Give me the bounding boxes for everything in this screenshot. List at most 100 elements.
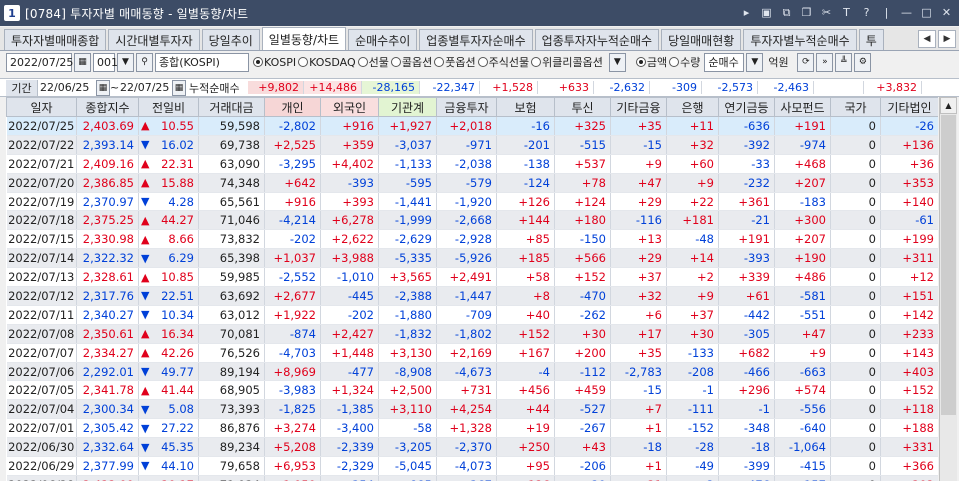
radios-radio-0[interactable]: KOSPI (253, 56, 296, 69)
column-header[interactable]: 기타법인 (880, 97, 938, 117)
table-row[interactable]: 2022/07/11 2,340.27 ▼ 10.34 63,012 +1,922 -202… (6, 305, 938, 325)
table-row[interactable]: 2022/07/15 2,330.98 ▲ 8.66 73,832 -202 +2,622-… (6, 229, 938, 250)
tab-3[interactable]: 일별동향/차트 (261, 27, 347, 50)
radio-circle-icon[interactable] (390, 57, 401, 67)
scroll-up-icon[interactable]: ▲ (940, 97, 957, 114)
radios-radio-1[interactable]: KOSDAQ (298, 56, 356, 69)
column-header[interactable]: 기관계 (378, 97, 437, 117)
radio-circle-icon[interactable] (477, 57, 488, 67)
column-header[interactable]: 개인 (264, 97, 321, 117)
value-cell: 2,305.42 (76, 418, 139, 439)
table-row[interactable]: 2022/07/01 2,305.42 ▼ 27.22 86,876 +3,274 -3,4… (6, 418, 938, 439)
copy-icon[interactable]: ❐ (798, 4, 815, 21)
radio-circle-icon[interactable] (531, 57, 542, 67)
unit_radios-radio-1[interactable]: 수량 (669, 54, 700, 70)
table-row[interactable]: 2022/07/07 2,334.27 ▲ 42.26 76,526 -4,703 +1,4… (6, 343, 938, 363)
maximize-icon[interactable]: □ (918, 4, 935, 21)
table-row[interactable]: 2022/06/282,422.09▲20.1771,934+1,059-354… (6, 475, 938, 481)
column-header[interactable]: 투신 (554, 97, 611, 117)
screen-icon[interactable]: ▣ (758, 4, 775, 21)
table-row[interactable]: 2022/07/18 2,375.25 ▲ 44.27 71,046 -4,214 +6,2… (6, 210, 938, 231)
column-header[interactable]: 전일비 (138, 97, 199, 117)
search-icon[interactable]: ⚲ (136, 52, 153, 72)
column-header[interactable]: 기타금융 (610, 97, 667, 117)
minimize-icon[interactable]: — (898, 4, 915, 21)
radios-radio-5[interactable]: 주식선물 (477, 54, 529, 70)
chevron-down-icon[interactable]: ▼ (746, 52, 764, 72)
arrow-right-icon[interactable]: ▸ (738, 4, 755, 21)
radios-radio-3[interactable]: 콜옵션 (390, 54, 432, 70)
date-input[interactable]: 2022/07/25 (6, 52, 73, 72)
tab-9[interactable]: 투 (858, 29, 884, 50)
radio-circle-icon[interactable] (434, 57, 445, 67)
column-header[interactable]: 외국인 (320, 97, 379, 117)
table-row[interactable]: 2022/07/19 2,370.97 ▼ 4.28 65,561 +916 +393 -1,… (6, 192, 938, 212)
radio-circle-icon[interactable] (669, 57, 680, 67)
type-select[interactable]: 순매수 (704, 52, 745, 72)
refresh-icon[interactable]: ⟳ (797, 52, 815, 72)
tab-2[interactable]: 당일추이 (201, 29, 260, 50)
chart-icon[interactable]: ╩ (835, 52, 853, 72)
tab-4[interactable]: 순매수추이 (348, 29, 418, 50)
column-header[interactable]: 사모펀드 (774, 97, 831, 117)
radio-circle-icon[interactable] (253, 57, 263, 67)
link-icon[interactable]: ⧉ (778, 4, 795, 21)
table-row[interactable]: 2022/07/14 2,322.32 ▼ 6.29 65,398 +1,037 +3,98… (6, 248, 938, 269)
tab-0[interactable]: 투자자별매매종합 (4, 29, 107, 50)
table-row[interactable]: 2022/06/29 2,377.99 ▼ 44.10 79,658 +6,953 -2,3… (6, 456, 938, 476)
tab-prev-icon[interactable]: ◀ (918, 30, 936, 48)
value-cell: ▼ 16.02 (138, 135, 199, 155)
period-from[interactable]: 22/06/25 (38, 81, 96, 94)
font-icon[interactable]: T (838, 4, 855, 21)
chevron-down-icon[interactable]: ▼ (608, 52, 626, 72)
tab-8[interactable]: 투자자별누적순매수 (743, 29, 857, 50)
table-row[interactable]: 2022/07/06 2,292.01 ▼ 49.77 89,194 +8,969 -477… (6, 362, 938, 382)
tab-7[interactable]: 당일매매현황 (661, 29, 742, 50)
column-header[interactable]: 연기금등 (718, 97, 775, 117)
table-row[interactable]: 2022/07/08 2,350.61 ▲ 16.34 70,081 -874 +2,427… (6, 324, 938, 344)
gear-icon[interactable]: ⚙ (854, 52, 872, 72)
column-header[interactable]: 국가 (830, 97, 881, 117)
tab-5[interactable]: 업종별투자자순매수 (419, 29, 533, 50)
tab-1[interactable]: 시간대별투자자 (108, 29, 200, 50)
value-cell: 0 (830, 229, 881, 250)
radio-circle-icon[interactable] (635, 57, 646, 67)
radio-circle-icon[interactable] (298, 57, 309, 67)
tab-next-icon[interactable]: ▶ (938, 30, 956, 48)
radios-radio-4[interactable]: 풋옵션 (434, 54, 476, 70)
value-cell: -442 (718, 305, 775, 325)
calendar-icon[interactable]: ▦ (74, 52, 91, 72)
column-header[interactable]: 종합지수 (76, 97, 139, 117)
unit_radios-radio-0[interactable]: 금액 (635, 54, 667, 70)
table-row[interactable]: 2022/07/20 2,386.85 ▲ 15.88 74,348 +642 -393 -5… (6, 173, 938, 193)
table-row[interactable]: 2022/07/22 2,393.14 ▼ 16.02 69,738 +2,525 +359… (6, 135, 938, 155)
table-row[interactable]: 2022/07/05 2,341.78 ▲ 41.44 68,905 -3,983 +1,3… (6, 380, 938, 401)
radio-circle-icon[interactable] (357, 57, 368, 67)
table-row[interactable]: 2022/07/21 2,409.16 ▲ 22.31 63,090 -3,295 +4,4… (6, 154, 938, 174)
chevron-down-icon[interactable]: ▼ (117, 52, 134, 72)
tools-icon[interactable]: ✂ (818, 4, 835, 21)
radios-radio-6[interactable]: 위클리콜옵션 (531, 54, 603, 70)
calendar-icon[interactable]: ▦ (96, 79, 110, 96)
table-row[interactable]: 2022/06/30 2,332.64 ▼ 45.35 89,234 +5,208 -2,3… (6, 437, 938, 458)
table-row[interactable]: 2022/07/13 2,328.61 ▲ 10.85 59,985 -2,552 -1,0… (6, 267, 938, 288)
calendar-icon[interactable]: ▦ (172, 79, 186, 96)
table-row[interactable]: 2022/07/12 2,317.76 ▼ 22.51 63,692 +2,677 -445… (6, 286, 938, 306)
vertical-scrollbar[interactable]: ▲ (939, 97, 957, 481)
scroll-thumb[interactable] (941, 115, 956, 415)
close-icon[interactable]: ✕ (938, 4, 955, 21)
code-input[interactable]: 001 (93, 52, 118, 72)
column-header[interactable]: 은행 (666, 97, 719, 117)
next-page-icon[interactable]: » (816, 52, 834, 72)
table-row[interactable]: 2022/07/25 2,403.69 ▲ 10.55 59,598 -2,802 +916… (6, 116, 938, 136)
column-header[interactable]: 거래대금 (198, 97, 265, 117)
period-to[interactable]: 22/07/25 (118, 81, 172, 94)
column-header[interactable]: 보험 (496, 97, 555, 117)
tab-6[interactable]: 업종투자자누적순매수 (534, 29, 660, 50)
column-header[interactable]: 일자 (6, 97, 77, 117)
table-row[interactable]: 2022/07/04 2,300.34 ▼ 5.08 73,393 -1,825 -1,38… (6, 399, 938, 420)
radios-radio-2[interactable]: 선물 (357, 54, 389, 70)
help-icon[interactable]: ? (858, 4, 875, 21)
column-header[interactable]: 금융투자 (436, 97, 497, 117)
value-cell: -2,668 (436, 210, 497, 231)
